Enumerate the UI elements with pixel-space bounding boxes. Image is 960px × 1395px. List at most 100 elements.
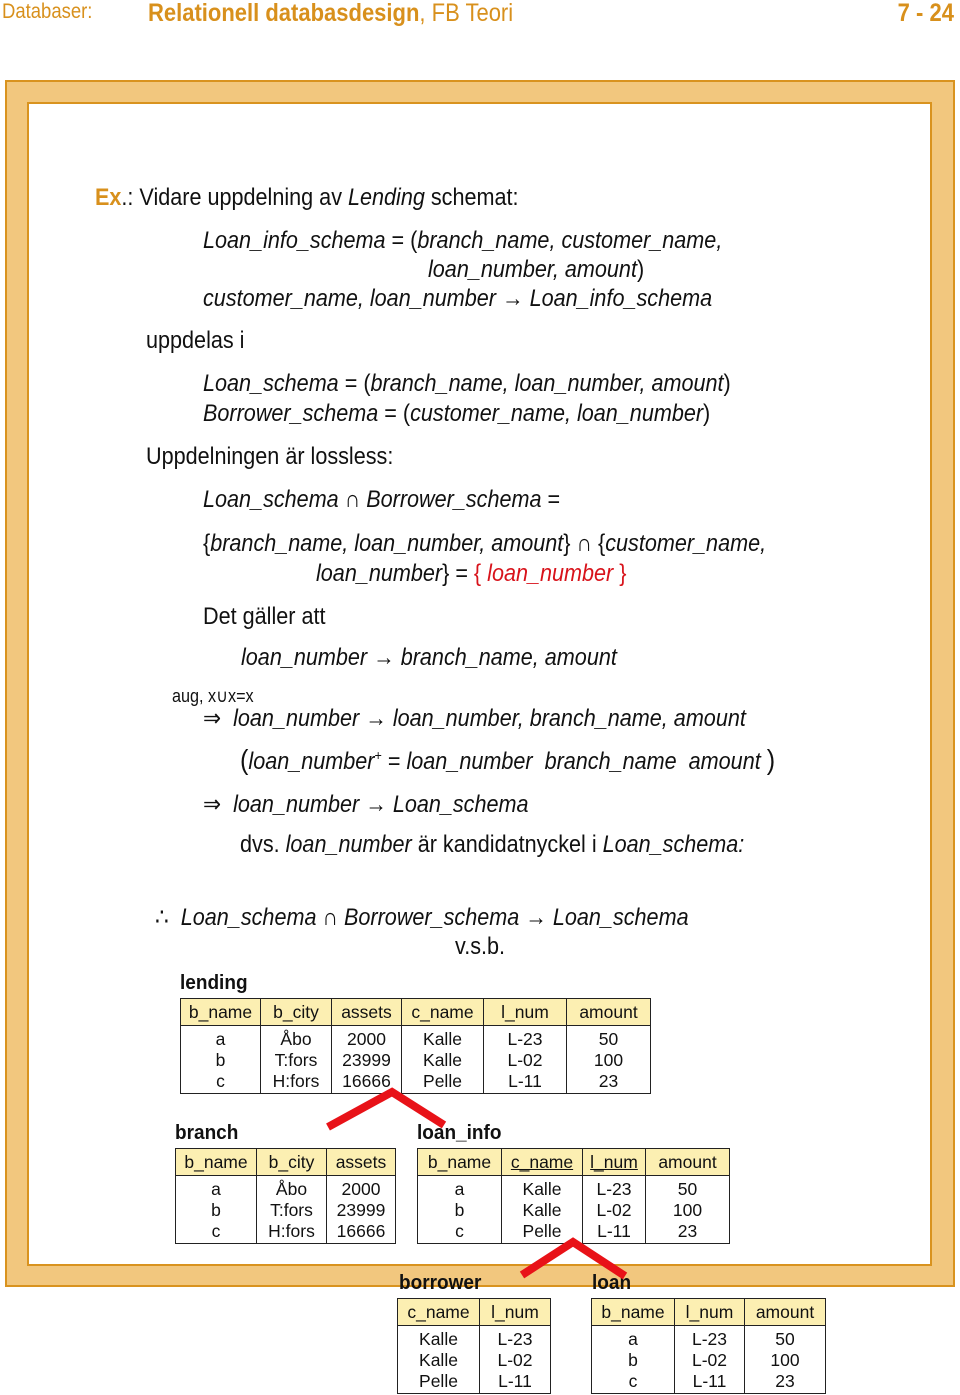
column-header-b-name: b_name [175, 1148, 257, 1176]
text-fragment: branch_name, loan_number, amount [370, 370, 724, 397]
table-cell: H:fors [256, 1220, 327, 1244]
table-cell: L-11 [582, 1220, 646, 1244]
fd-loan-info: customer_name, loan_number → Loan_info_s… [203, 285, 712, 313]
column-header-c-name: c_name [397, 1298, 480, 1326]
fd-1: loan_number → branch_name, amount [241, 644, 617, 672]
table-cell: Kalle [501, 1175, 583, 1199]
table-cell: Pelle [397, 1370, 480, 1394]
table-title-branch: branch [175, 1122, 239, 1144]
table-cell: 50 [645, 1175, 730, 1199]
table-cell: T:fors [260, 1049, 332, 1070]
table-row: a Åbo 2000 [175, 1175, 396, 1199]
conclusion: ∴ Loan_schema ∩ Borrower_schema → Loan_s… [155, 903, 689, 932]
example-heading: Ex.: Vidare uppdelning av Lending schema… [95, 184, 519, 212]
table-row: Kalle L-02 [397, 1349, 551, 1370]
text-fragment: Loan_info_schema [203, 227, 386, 254]
table-cell: c [417, 1220, 502, 1244]
text-fragment: { [473, 560, 488, 587]
intersection-icon: ∩ [344, 486, 361, 513]
table-row: b T:fors 23999 Kalle L-02 100 [180, 1049, 651, 1070]
text-fragment: = ( [378, 400, 411, 427]
table-cell: 2000 [326, 1175, 396, 1199]
text-fragment: + [374, 747, 382, 763]
table-title-loan-info: loan_info [417, 1122, 502, 1144]
text-fragment: { [598, 530, 606, 557]
table-cell: L-11 [483, 1070, 567, 1094]
text-fragment: dvs. [240, 831, 286, 858]
text-fragment: Loan_schema [552, 904, 689, 931]
therefore-icon: ∴ [155, 904, 169, 931]
ex-text: .: Vidare uppdelning av [121, 184, 348, 211]
table-cell: L-02 [582, 1199, 646, 1220]
table-cell: a [417, 1175, 502, 1199]
column-header-amount: amount [566, 998, 651, 1026]
loan-schema-def: Loan_schema = (branch_name, loan_number,… [203, 370, 731, 398]
text-fragment: loan_number [248, 748, 375, 775]
text-fragment: ) [766, 744, 776, 775]
set-intersection-result: loan_number} = { loan_number } [316, 560, 626, 588]
table-cell: L-23 [479, 1325, 551, 1349]
table-cell: 100 [566, 1049, 651, 1070]
column-header-b-name: b_name [180, 998, 261, 1026]
column-header-l-num: l_num [674, 1298, 745, 1326]
arrow-icon: → [525, 904, 547, 931]
table-cell: Pelle [501, 1220, 583, 1244]
table-cell: 16666 [326, 1220, 396, 1244]
column-header-b-city: b_city [256, 1148, 327, 1176]
title-bold: Relationell databasdesign [148, 0, 420, 27]
table-cell: Kalle [401, 1025, 484, 1049]
text-fragment: är kandidatnyckel i [411, 831, 603, 858]
branch-table: b_name b_city assets a Åbo 2000 b T:fors 23999 c H… [175, 1148, 396, 1244]
text-fragment: customer_name, loan_number [410, 400, 704, 427]
text-fragment: Loan_info_schema [529, 285, 713, 312]
text-fragment: = ( [385, 227, 418, 254]
ex-lending: Lending [347, 184, 425, 211]
set-intersection: {branch_name, loan_number, amount} ∩ {cu… [203, 530, 766, 558]
arrow-icon: → [365, 705, 387, 732]
column-header-l-num: l_num [483, 998, 567, 1026]
text-fragment: } [613, 560, 627, 587]
title-rest: , FB Teori [419, 0, 514, 27]
table-cell: Kalle [397, 1349, 480, 1370]
ex-label: Ex [95, 184, 122, 211]
table-cell: 23999 [331, 1049, 402, 1070]
table-row: a Åbo 2000 Kalle L-23 50 [180, 1025, 651, 1049]
column-header-c-name: c_name [501, 1148, 583, 1176]
intersection-icon: ∩ [322, 904, 338, 931]
table-cell: L-23 [483, 1025, 567, 1049]
table-row: b L-02 100 [591, 1349, 826, 1370]
table-cell: T:fors [256, 1199, 327, 1220]
intersection-icon: ∩ [576, 530, 592, 557]
table-row: c H:fors 16666 [175, 1220, 396, 1244]
table-cell: Kalle [401, 1049, 484, 1070]
column-header-c-name: c_name [401, 998, 484, 1026]
text-fragment: branch_name, customer_name, [417, 227, 723, 254]
table-row: Kalle L-23 [397, 1325, 551, 1349]
implies-icon: ⇒ [203, 791, 222, 818]
text-fragment: Loan_schema [203, 486, 339, 513]
text-fragment: Borrower_schema [344, 904, 520, 931]
loan-info-schema-def-cont: loan_number, amount) [428, 256, 644, 284]
table-cell: L-23 [674, 1325, 745, 1349]
text-fragment: loan_number [233, 791, 360, 818]
text-fragment: customer_name, [605, 530, 767, 557]
table-row: b Kalle L-02 100 [417, 1199, 730, 1220]
table-cell: L-23 [582, 1175, 646, 1199]
borrower-schema-def: Borrower_schema = (customer_name, loan_n… [203, 400, 710, 428]
implies-icon: ⇒ [203, 705, 222, 732]
column-header-b-name: b_name [417, 1148, 502, 1176]
table-cell: 23 [744, 1370, 826, 1394]
table-cell: b [591, 1349, 675, 1370]
text-fragment: ) [723, 370, 731, 397]
table-cell: 100 [744, 1349, 826, 1370]
table-cell: c [591, 1370, 675, 1394]
text-fragment: customer_name, loan_number [203, 285, 496, 312]
text-fragment: loan_number, branch_name, amount [392, 705, 746, 732]
table-cell: L-02 [483, 1049, 567, 1070]
text-fragment: loan_number, amount [428, 256, 637, 283]
page-title: Relationell databasdesign, FB Teori [148, 0, 513, 28]
uppdelas-label: uppdelas i [146, 327, 245, 354]
text-fragment: = [541, 486, 561, 513]
result-highlight: loan_number [487, 560, 614, 587]
lossless-label: Uppdelningen är lossless: [146, 443, 394, 470]
